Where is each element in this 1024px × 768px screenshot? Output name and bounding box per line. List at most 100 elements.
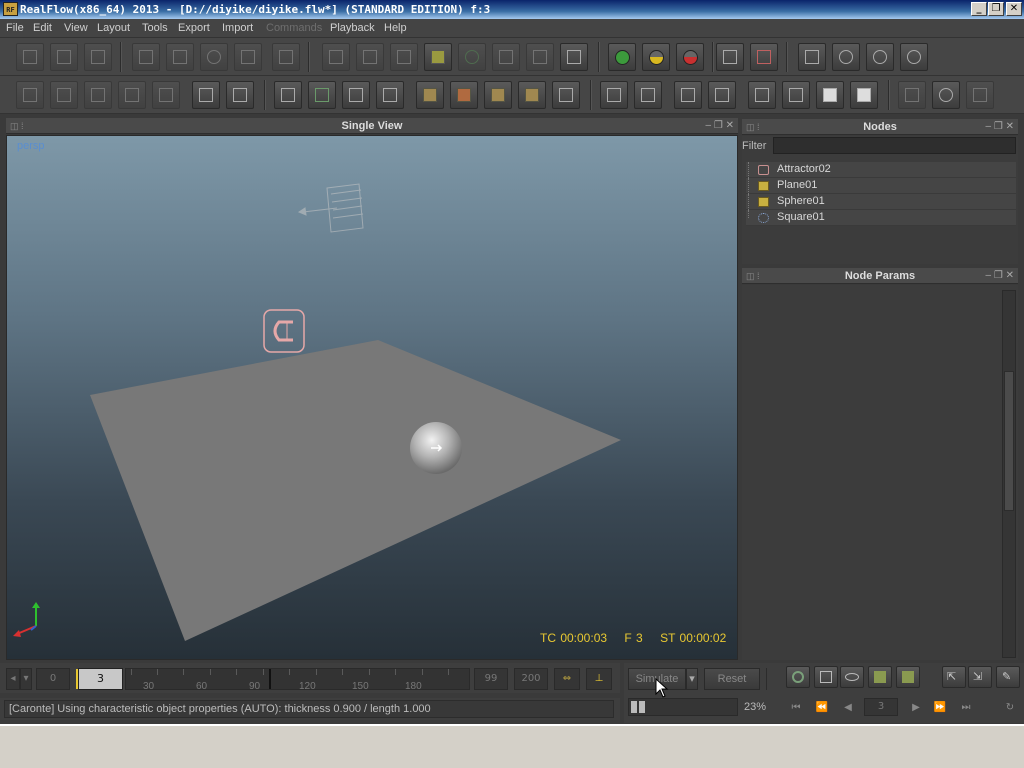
timeline-dropdown-icon[interactable]: ▾	[20, 668, 32, 690]
scrollbar-thumb[interactable]	[1004, 371, 1014, 511]
batch-script-button[interactable]	[832, 43, 860, 71]
end-frame-field[interactable]: 99	[474, 668, 508, 690]
open-scene-button[interactable]	[50, 43, 78, 71]
add-camera-button[interactable]	[492, 43, 520, 71]
menu-import[interactable]: Import	[222, 22, 253, 34]
playback-tool-3[interactable]	[840, 666, 864, 688]
tool2-button-24[interactable]	[850, 81, 878, 109]
export-disabled-button[interactable]	[750, 43, 778, 71]
fire-button[interactable]	[932, 81, 960, 109]
current-frame-field[interactable]: 3	[78, 668, 123, 690]
select-tool-button[interactable]	[132, 43, 160, 71]
sphere-object[interactable]	[410, 422, 462, 474]
menu-commands[interactable]: Commands	[266, 22, 322, 34]
playback-tool-5[interactable]	[896, 666, 920, 688]
realflow-app-icon[interactable]: RF	[3, 2, 18, 16]
tool2-button-13[interactable]	[450, 81, 478, 109]
playback-tool-4[interactable]	[868, 666, 892, 688]
set-end-button[interactable]: ⊥	[586, 668, 612, 690]
panel-grip-icon[interactable]: ◫ ⁞	[746, 119, 760, 135]
tool2-button-20[interactable]	[708, 81, 736, 109]
tool2-button-7[interactable]	[226, 81, 254, 109]
playback-tool-7[interactable]: ⇲	[968, 666, 992, 688]
timeline-mode-icon[interactable]: ◂	[6, 668, 20, 690]
tool2-button-23[interactable]	[816, 81, 844, 109]
tool2-button-2[interactable]	[50, 81, 78, 109]
tool2-button-10[interactable]	[342, 81, 370, 109]
timeline-ruler[interactable]: 30 60 90 120 150 180	[125, 668, 470, 692]
menu-edit[interactable]: Edit	[33, 22, 52, 34]
tool2-button-14[interactable]	[484, 81, 512, 109]
graph-editor-button[interactable]	[798, 43, 826, 71]
playback-frame-field[interactable]: 3	[864, 698, 898, 716]
add-mesh-button[interactable]	[458, 43, 486, 71]
panel-grip-icon[interactable]: ◫ ⁞	[10, 118, 24, 134]
tool2-button-1[interactable]	[16, 81, 44, 109]
menu-help[interactable]: Help	[384, 22, 407, 34]
close-button[interactable]: ✕	[1006, 2, 1022, 16]
new-scene-button[interactable]	[16, 43, 44, 71]
3d-viewport[interactable]: persp TC 00:00:03 F 3 ST 00:00:02	[6, 135, 738, 660]
key-frames-button[interactable]: ⇔	[554, 668, 580, 690]
node-row-attractor02[interactable]: Attractor02	[746, 162, 1016, 178]
add-container-button[interactable]	[560, 43, 588, 71]
tool2-button-12[interactable]	[416, 81, 444, 109]
tool2-button-15[interactable]	[518, 81, 546, 109]
link-tool-button[interactable]	[272, 43, 300, 71]
add-object-button[interactable]	[424, 43, 452, 71]
tool2-button-4[interactable]	[118, 81, 146, 109]
rotate-tool-button[interactable]	[200, 43, 228, 71]
sim-state-green-button[interactable]	[608, 43, 636, 71]
menu-file[interactable]: File	[6, 22, 24, 34]
tool2-button-22[interactable]	[782, 81, 810, 109]
filter-input[interactable]	[773, 137, 1016, 154]
tool2-button-25[interactable]	[898, 81, 926, 109]
add-daemon-button[interactable]	[390, 43, 418, 71]
loop-toggle-button[interactable]: ↻	[1000, 700, 1020, 716]
sim-state-yellow-button[interactable]	[642, 43, 670, 71]
tool2-button-27[interactable]	[966, 81, 994, 109]
max-frame-field[interactable]: 200	[514, 668, 548, 690]
tool2-button-18[interactable]	[634, 81, 662, 109]
playback-tool-2[interactable]	[814, 666, 838, 688]
menu-export[interactable]: Export	[178, 22, 210, 34]
tool2-button-11[interactable]	[376, 81, 404, 109]
add-dyverso-button[interactable]	[356, 43, 384, 71]
tool2-button-6[interactable]	[192, 81, 220, 109]
tool2-button-9[interactable]	[308, 81, 336, 109]
simulate-dropdown[interactable]: ▾	[686, 668, 698, 690]
menu-view[interactable]: View	[64, 22, 88, 34]
scale-tool-button[interactable]	[234, 43, 262, 71]
panel-window-controls-icon[interactable]: ‒ ❐ ✕	[986, 119, 1014, 135]
maximize-button[interactable]: ❐	[988, 2, 1004, 16]
add-emitter-button[interactable]	[322, 43, 350, 71]
tool2-button-17[interactable]	[600, 81, 628, 109]
render-button[interactable]	[900, 43, 928, 71]
menu-tools[interactable]: Tools	[142, 22, 168, 34]
menu-layout[interactable]: Layout	[97, 22, 130, 34]
tool2-button-19[interactable]	[674, 81, 702, 109]
node-row-plane01[interactable]: Plane01	[746, 178, 1016, 194]
playback-tool-1[interactable]	[786, 666, 810, 688]
playback-tool-6[interactable]: ⇱	[942, 666, 966, 688]
menu-playback[interactable]: Playback	[330, 22, 375, 34]
node-row-sphere01[interactable]: Sphere01	[746, 194, 1016, 210]
tool2-button-3[interactable]	[84, 81, 112, 109]
start-frame-field[interactable]: 0	[36, 668, 70, 690]
step-back-button[interactable]: ⏪	[812, 700, 832, 716]
panel-window-controls-icon[interactable]: ‒ ❐ ✕	[986, 268, 1014, 284]
tool2-button-5[interactable]	[152, 81, 180, 109]
panel-grip-icon[interactable]: ◫ ⁞	[746, 268, 760, 284]
export-central-button[interactable]	[716, 43, 744, 71]
node-row-square01[interactable]: Square01	[746, 210, 1016, 226]
go-to-start-button[interactable]: ⏮	[786, 700, 806, 716]
step-forward-button[interactable]: ⏩	[930, 700, 950, 716]
hourglass-button[interactable]	[552, 81, 580, 109]
square-emitter-gizmo[interactable]	[297, 183, 364, 233]
add-wave-button[interactable]	[526, 43, 554, 71]
play-backward-button[interactable]: ◀	[838, 700, 858, 716]
params-scrollbar[interactable]	[1002, 290, 1016, 658]
save-scene-button[interactable]	[84, 43, 112, 71]
reset-button[interactable]: Reset	[704, 668, 760, 690]
play-forward-button[interactable]: ▶	[906, 700, 926, 716]
